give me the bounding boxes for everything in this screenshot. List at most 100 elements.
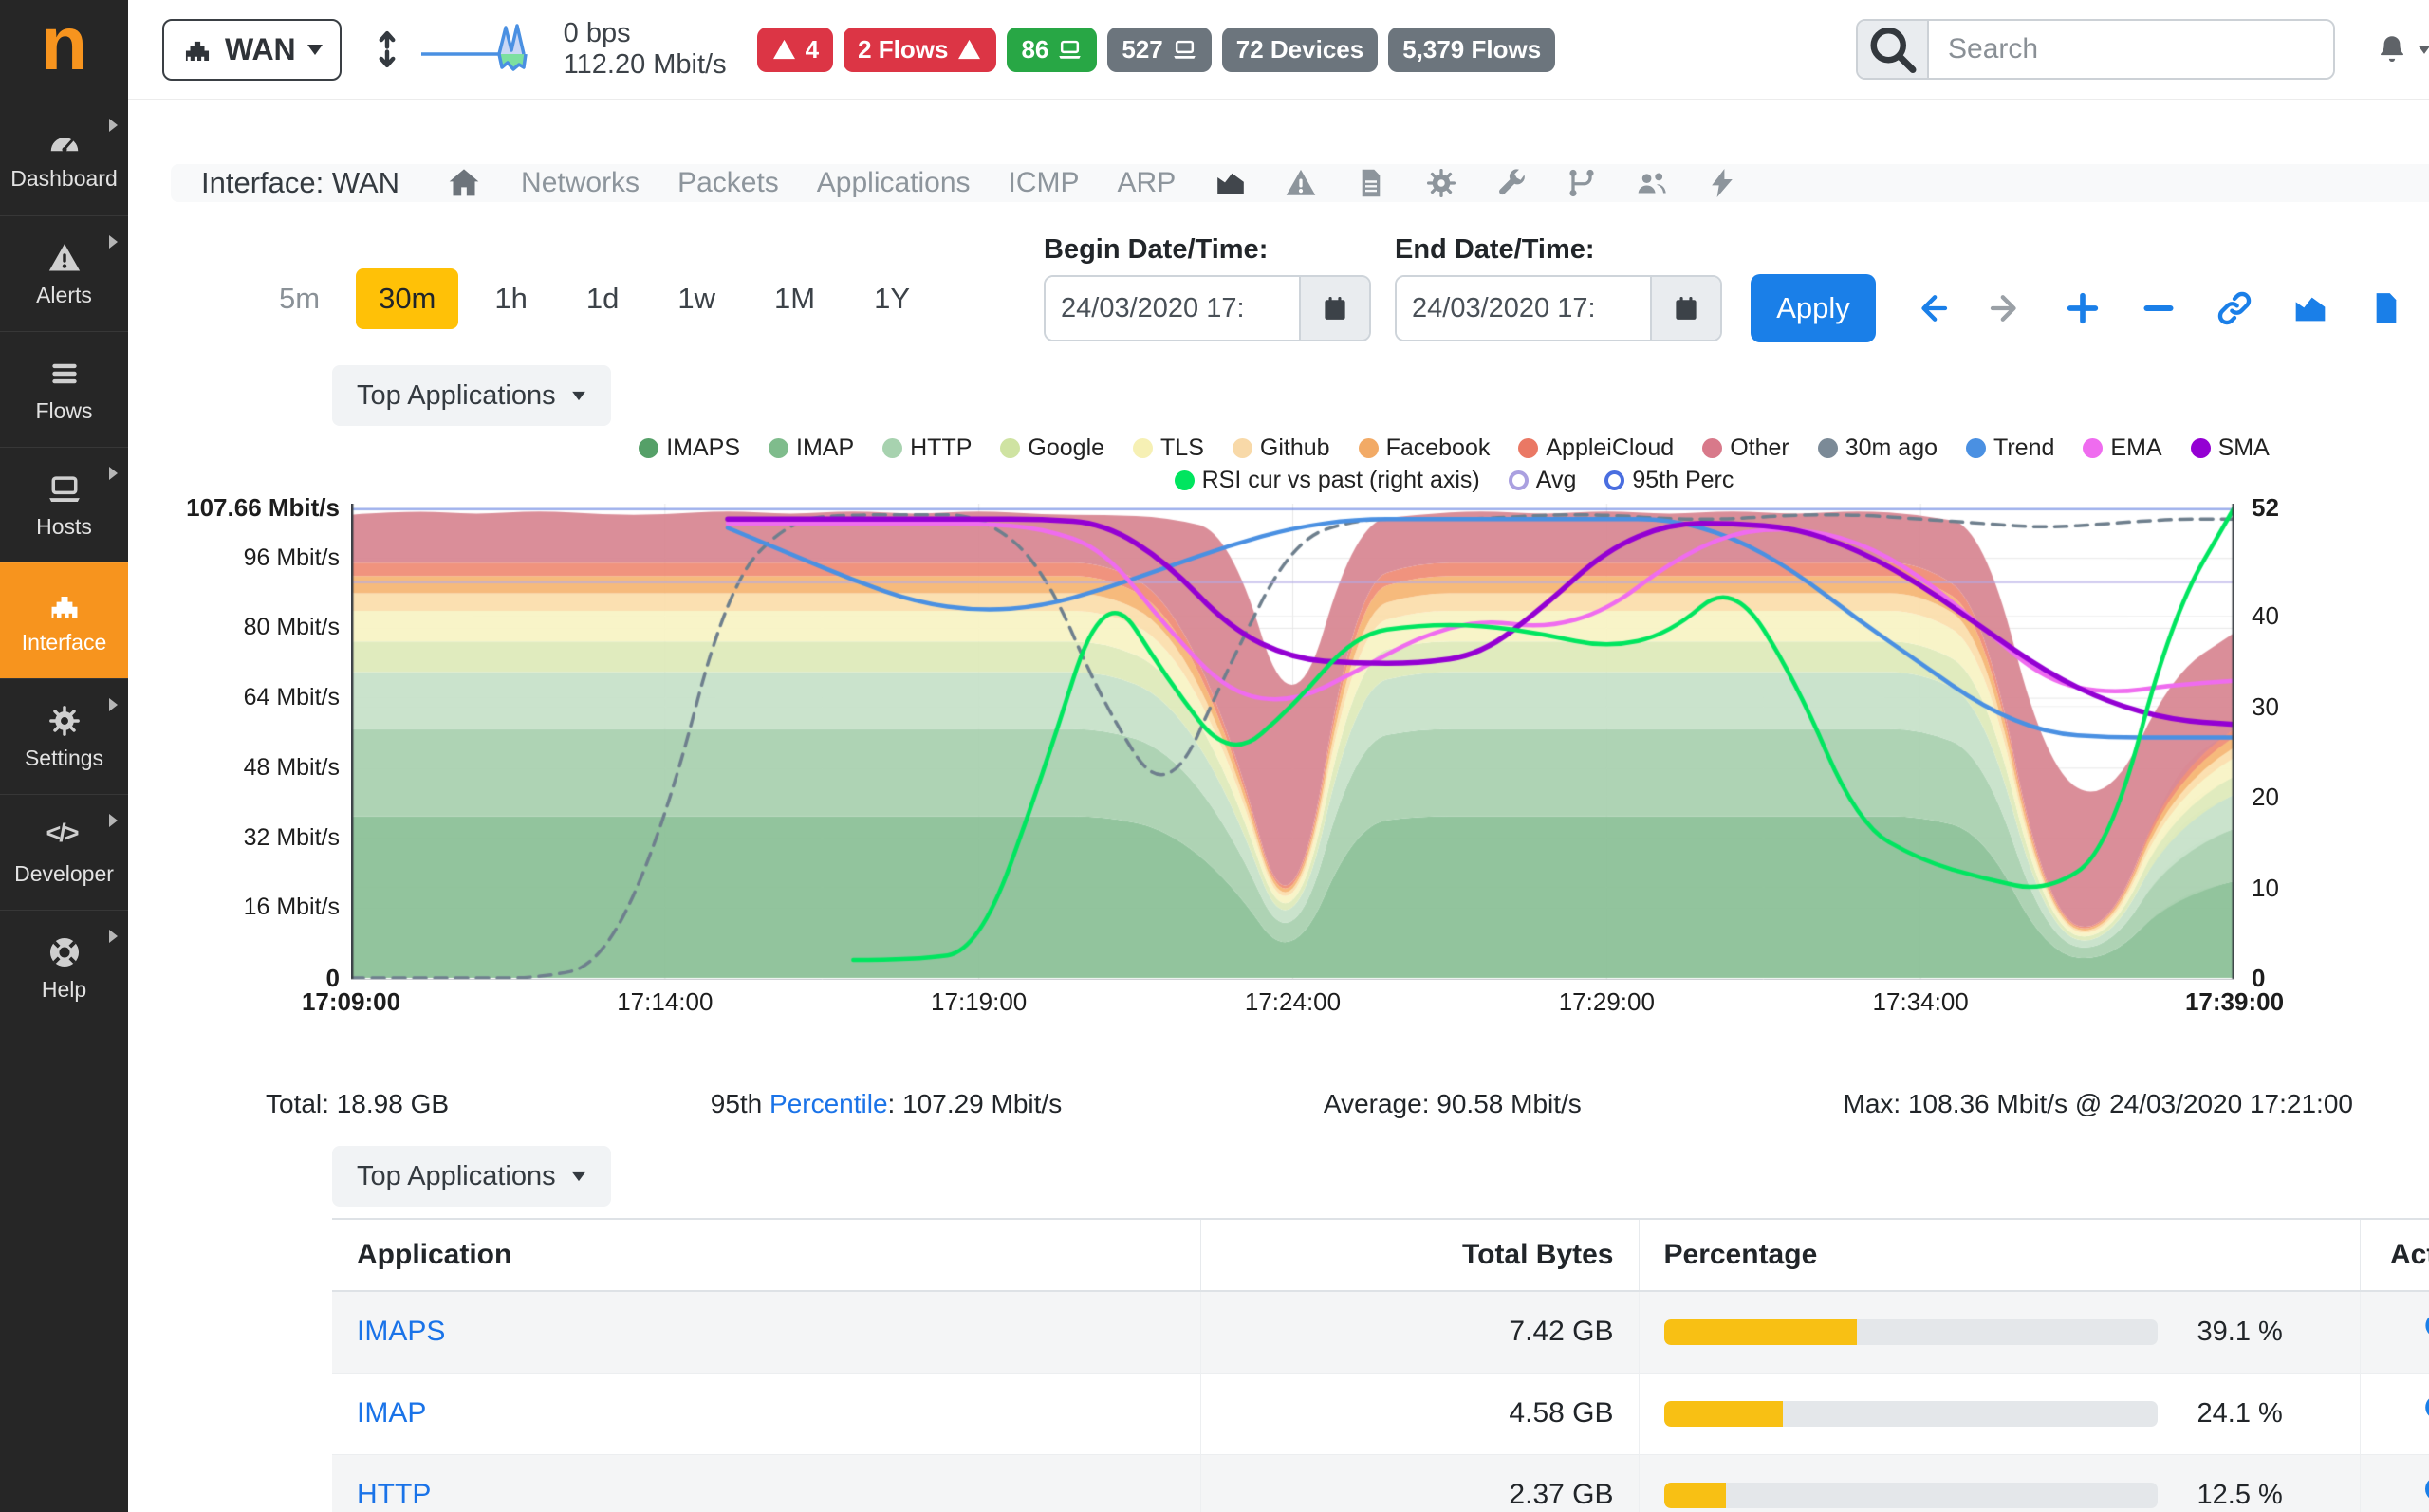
legend-item[interactable]: Other bbox=[1702, 434, 1789, 462]
legend-item[interactable]: SMA bbox=[2191, 434, 2270, 462]
sidebar: n DashboardAlertsFlowsHostsInterfaceSett… bbox=[0, 0, 128, 1512]
range-button-5m[interactable]: 5m bbox=[256, 268, 343, 329]
application-link[interactable]: IMAPS bbox=[357, 1316, 445, 1347]
legend-item[interactable]: EMA bbox=[2083, 434, 2161, 462]
tab-chart-area[interactable] bbox=[1214, 166, 1248, 200]
file-button[interactable] bbox=[2367, 289, 2405, 327]
status-badge[interactable]: 72 Devices bbox=[1222, 28, 1378, 72]
interface-selector[interactable]: WAN bbox=[162, 19, 342, 81]
tab-arp[interactable]: ARP bbox=[1118, 167, 1177, 199]
legend-item[interactable]: Avg bbox=[1509, 467, 1577, 494]
tab-home[interactable] bbox=[445, 164, 483, 202]
percentage-label: 24.1 % bbox=[2197, 1398, 2283, 1429]
range-button-1M[interactable]: 1M bbox=[751, 268, 838, 329]
tab-wrench[interactable] bbox=[1494, 166, 1529, 200]
percentile-link[interactable]: Percentile bbox=[769, 1089, 888, 1118]
chart-area-icon bbox=[2291, 289, 2329, 327]
left-axis-tick: 96 Mbit/s bbox=[136, 544, 340, 572]
link-button[interactable] bbox=[2216, 289, 2253, 327]
legend-item[interactable]: HTTP bbox=[882, 434, 972, 462]
chart-area-button[interactable] bbox=[2291, 289, 2329, 327]
arrow-left-button[interactable] bbox=[1912, 289, 1950, 327]
status-badge[interactable]: 4 bbox=[757, 28, 833, 72]
range-button-30m[interactable]: 30m bbox=[356, 268, 458, 329]
col-percentage[interactable]: Percentage bbox=[1639, 1219, 2360, 1291]
range-button-1h[interactable]: 1h bbox=[472, 268, 549, 329]
legend-item[interactable]: IMAP bbox=[769, 434, 854, 462]
minus-button[interactable] bbox=[2140, 289, 2178, 327]
begin-calendar-button[interactable] bbox=[1299, 277, 1369, 340]
sidebar-item-alerts[interactable]: Alerts bbox=[0, 215, 128, 331]
col-total-bytes[interactable]: Total Bytes bbox=[1200, 1219, 1639, 1291]
search-input[interactable] bbox=[1929, 21, 2333, 78]
lifering-icon bbox=[46, 934, 83, 970]
tab-doc[interactable] bbox=[1354, 166, 1388, 200]
table-top-applications-dropdown[interactable]: Top Applications bbox=[332, 1146, 611, 1207]
chart-canvas[interactable] bbox=[351, 504, 2234, 980]
legend-item[interactable]: Github bbox=[1233, 434, 1330, 462]
legend-swatch bbox=[2083, 438, 2103, 458]
file-icon bbox=[2367, 289, 2405, 327]
legend-item[interactable]: Facebook bbox=[1359, 434, 1491, 462]
legend-label: TLS bbox=[1160, 434, 1204, 462]
legend-item[interactable]: RSI cur vs past (right axis) bbox=[1175, 467, 1480, 494]
application-link[interactable]: HTTP bbox=[357, 1479, 431, 1510]
home-icon bbox=[445, 164, 483, 202]
end-date-input[interactable] bbox=[1397, 277, 1650, 340]
arrow-left-icon bbox=[1912, 289, 1950, 327]
plus-button[interactable] bbox=[2064, 289, 2102, 327]
zoom-in-icon[interactable] bbox=[2385, 1405, 2429, 1436]
tab-networks[interactable]: Networks bbox=[521, 167, 640, 199]
status-badge[interactable]: 86 bbox=[1007, 28, 1097, 72]
sidebar-item-interface[interactable]: Interface bbox=[0, 562, 128, 678]
zoom-in-icon[interactable] bbox=[2385, 1323, 2429, 1355]
status-badge[interactable]: 5,379 Flows bbox=[1388, 28, 1555, 72]
range-button-1d[interactable]: 1d bbox=[564, 268, 641, 329]
col-application[interactable]: Application bbox=[332, 1219, 1200, 1291]
legend-label: AppleiCloud bbox=[1546, 434, 1674, 462]
legend-item[interactable]: Google bbox=[1000, 434, 1104, 462]
app-root: n DashboardAlertsFlowsHostsInterfaceSett… bbox=[0, 0, 2429, 1512]
application-link[interactable]: IMAP bbox=[357, 1397, 426, 1429]
apply-button[interactable]: Apply bbox=[1751, 274, 1876, 342]
interface-selector-label: WAN bbox=[225, 32, 296, 67]
tab-icmp[interactable]: ICMP bbox=[1009, 167, 1080, 199]
tab-users[interactable] bbox=[1635, 166, 1669, 200]
top-applications-dropdown[interactable]: Top Applications bbox=[332, 365, 611, 426]
search-icon bbox=[1858, 21, 1929, 78]
sidebar-item-hosts[interactable]: Hosts bbox=[0, 447, 128, 562]
range-button-1w[interactable]: 1w bbox=[655, 268, 738, 329]
sidebar-item-developer[interactable]: </>Developer bbox=[0, 794, 128, 910]
tab-bolt[interactable] bbox=[1705, 166, 1739, 200]
ntopng-logo[interactable]: n bbox=[0, 0, 128, 100]
legend-item[interactable]: TLS bbox=[1133, 434, 1204, 462]
legend-swatch bbox=[1359, 438, 1379, 458]
tab-warning[interactable] bbox=[1284, 166, 1318, 200]
legend-item[interactable]: 30m ago bbox=[1818, 434, 1938, 462]
tab-gear[interactable] bbox=[1424, 166, 1458, 200]
sidebar-item-dashboard[interactable]: Dashboard bbox=[0, 100, 128, 215]
total-bytes-cell: 4.58 GB bbox=[1200, 1373, 1639, 1454]
begin-date-input[interactable] bbox=[1046, 277, 1299, 340]
tab-applications[interactable]: Applications bbox=[817, 167, 971, 199]
zoom-in-icon[interactable] bbox=[2385, 1486, 2429, 1512]
legend-item[interactable]: Trend bbox=[1966, 434, 2054, 462]
arrow-right-button[interactable] bbox=[1988, 289, 2026, 327]
range-button-1Y[interactable]: 1Y bbox=[851, 268, 933, 329]
legend-item[interactable]: 95th Perc bbox=[1604, 467, 1734, 494]
legend-item[interactable]: AppleiCloud bbox=[1518, 434, 1674, 462]
legend-swatch bbox=[1175, 470, 1195, 490]
sidebar-item-help[interactable]: Help bbox=[0, 910, 128, 1025]
notifications-menu[interactable] bbox=[2375, 32, 2429, 66]
legend-item[interactable]: IMAPS bbox=[639, 434, 740, 462]
sidebar-item-settings[interactable]: Settings bbox=[0, 678, 128, 794]
chart-area-icon bbox=[1214, 166, 1248, 200]
sidebar-item-flows[interactable]: Flows bbox=[0, 331, 128, 447]
legend-swatch bbox=[639, 438, 658, 458]
tab-packets[interactable]: Packets bbox=[677, 167, 779, 199]
tab-branch[interactable] bbox=[1565, 166, 1599, 200]
legend-swatch bbox=[1818, 438, 1838, 458]
status-badge[interactable]: 527 bbox=[1107, 28, 1211, 72]
status-badge[interactable]: 2 Flows bbox=[844, 28, 996, 72]
end-calendar-button[interactable] bbox=[1650, 277, 1720, 340]
